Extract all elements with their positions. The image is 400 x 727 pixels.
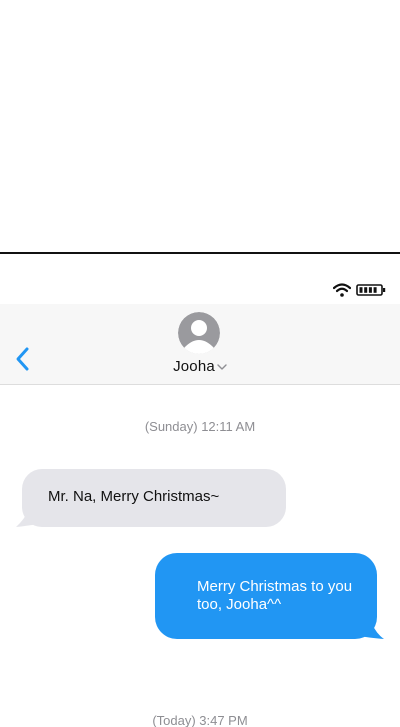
message-timestamp: (Today) 3:47 PM	[152, 713, 248, 727]
incoming-message-bubble[interactable]: Mr. Na, Merry Christmas~	[22, 469, 286, 527]
outgoing-message-bubble[interactable]: Merry Christmas to you too, Jooha^^	[155, 553, 377, 639]
blank-panel-area	[0, 0, 400, 252]
message-timestamp: (Sunday) 12:11 AM	[144, 419, 256, 434]
message-text: Merry Christmas to you too, Jooha^^	[197, 578, 353, 613]
message-text: Mr. Na, Merry Christmas~	[48, 488, 220, 505]
wifi-icon	[333, 283, 351, 297]
battery-icon	[356, 284, 386, 296]
status-bar	[0, 276, 400, 304]
contact-name: Jooha	[173, 358, 215, 375]
messages-screen: Jooha (Sunday) 12:11 AM Mr. Na, Merry Ch…	[0, 0, 400, 727]
contact-name-dropdown[interactable]: Jooha	[150, 358, 250, 380]
contact-avatar-icon[interactable]	[178, 312, 220, 354]
conversation-header: Jooha	[0, 304, 400, 385]
back-chevron-icon[interactable]	[10, 344, 36, 374]
chevron-down-icon	[217, 364, 227, 370]
panel-divider	[0, 252, 400, 254]
